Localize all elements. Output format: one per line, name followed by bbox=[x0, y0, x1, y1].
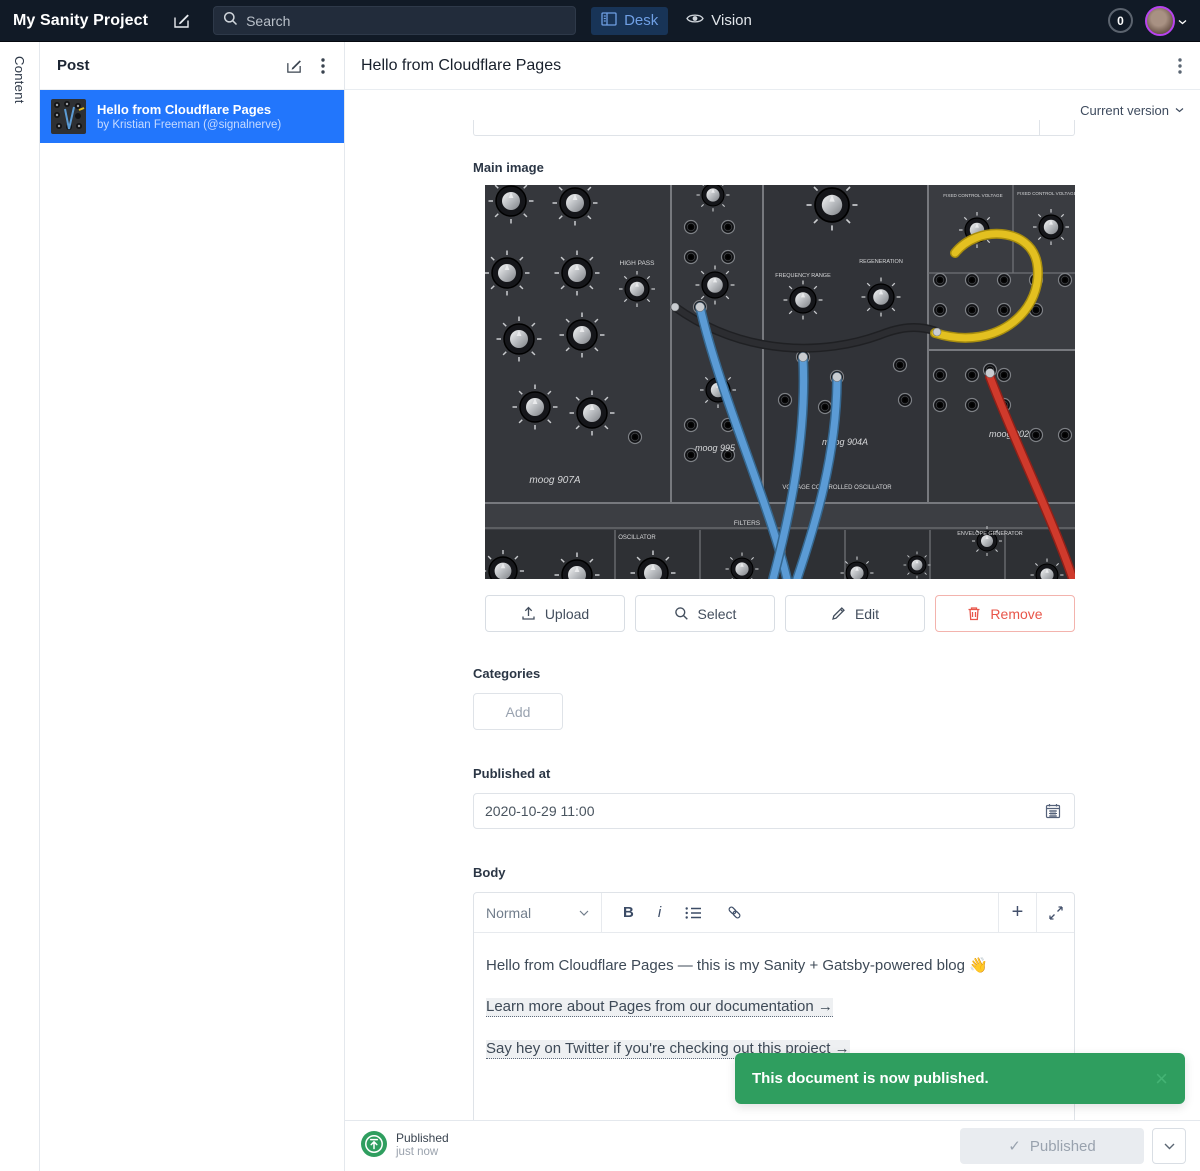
document-form: Current version Main image bbox=[345, 90, 1200, 1120]
remove-button[interactable]: Remove bbox=[935, 595, 1075, 632]
post-thumbnail bbox=[51, 99, 86, 134]
svg-text:ENVELOPE GENERATOR: ENVELOPE GENERATOR bbox=[957, 531, 1023, 537]
svg-text:HIGH PASS: HIGH PASS bbox=[620, 260, 656, 267]
bullet-list-icon[interactable] bbox=[685, 906, 702, 920]
user-menu[interactable] bbox=[1145, 6, 1187, 36]
image-actions: Upload Select Edit bbox=[485, 595, 1075, 632]
svg-text:moog 995: moog 995 bbox=[695, 443, 736, 453]
chevron-down-icon bbox=[1178, 12, 1187, 30]
toast-message: This document is now published. bbox=[752, 1070, 1155, 1087]
select-button[interactable]: Select bbox=[635, 595, 775, 632]
compose-icon[interactable] bbox=[170, 9, 193, 32]
status-title: Published bbox=[396, 1132, 449, 1146]
title-field-cropped[interactable] bbox=[473, 120, 1075, 136]
body-paragraph[interactable]: Hello from Cloudflare Pages — this is my… bbox=[486, 956, 1062, 976]
field-label-main-image: Main image bbox=[473, 160, 1075, 175]
svg-text:FILTERS: FILTERS bbox=[734, 520, 761, 527]
field-label-published-at: Published at bbox=[473, 766, 1075, 781]
search-bar[interactable] bbox=[213, 6, 576, 35]
version-selector[interactable]: Current version bbox=[345, 90, 1200, 116]
calendar-icon[interactable] bbox=[1043, 801, 1063, 821]
check-icon: ✓ bbox=[1008, 1137, 1021, 1155]
svg-text:OSCILLATOR: OSCILLATOR bbox=[618, 535, 656, 541]
post-panel-header: Post bbox=[40, 42, 344, 90]
document-kebab-icon[interactable] bbox=[1176, 56, 1184, 76]
desk-icon bbox=[601, 12, 617, 30]
new-document-icon[interactable] bbox=[283, 55, 305, 77]
post-list-panel: Post bbox=[40, 42, 345, 1171]
svg-text:REGENERATION: REGENERATION bbox=[859, 259, 903, 265]
italic-icon[interactable]: i bbox=[658, 904, 661, 921]
sanity-studio: My Sanity Project Desk bbox=[0, 0, 1200, 1171]
toast-notification: This document is now published. × bbox=[735, 1053, 1185, 1104]
post-item-title: Hello from Cloudflare Pages bbox=[97, 102, 281, 117]
document-title: Hello from Cloudflare Pages bbox=[361, 57, 561, 75]
block-style-select[interactable]: Normal bbox=[474, 893, 602, 932]
publish-button[interactable]: ✓ Published bbox=[960, 1128, 1144, 1164]
link-icon[interactable] bbox=[726, 904, 743, 921]
top-navbar: My Sanity Project Desk bbox=[0, 0, 1200, 42]
search-input[interactable] bbox=[246, 13, 566, 29]
add-category-button[interactable]: Add bbox=[473, 693, 563, 730]
svg-text:moog 907A: moog 907A bbox=[529, 475, 580, 486]
upload-button[interactable]: Upload bbox=[485, 595, 625, 632]
field-label-categories: Categories bbox=[473, 666, 1075, 681]
panel-title: Post bbox=[57, 57, 90, 74]
avatar bbox=[1145, 6, 1175, 36]
document-header: Hello from Cloudflare Pages bbox=[345, 42, 1200, 90]
publish-menu-button[interactable] bbox=[1152, 1128, 1186, 1164]
post-item-subtitle: by Kristian Freeman (@signalnerve) bbox=[97, 119, 281, 131]
main-image[interactable]: HIGH PASS FREQUENCY RANGE REGENERATION F… bbox=[485, 185, 1075, 579]
close-icon[interactable]: × bbox=[1155, 1068, 1168, 1090]
svg-text:FREQUENCY RANGE: FREQUENCY RANGE bbox=[775, 273, 831, 279]
edit-button[interactable]: Edit bbox=[785, 595, 925, 632]
body-link-documentation[interactable]: Learn more about Pages from our document… bbox=[486, 998, 833, 1017]
kebab-menu-icon[interactable] bbox=[319, 56, 327, 76]
published-at-input[interactable] bbox=[485, 803, 1043, 819]
publish-status: Published just now bbox=[361, 1131, 449, 1162]
main-area: Content Post bbox=[0, 42, 1200, 1171]
bold-icon[interactable]: B bbox=[623, 904, 634, 921]
svg-text:VOLTAGE CONTROLLED OSCILLATOR: VOLTAGE CONTROLLED OSCILLATOR bbox=[782, 485, 892, 491]
document-panel: Hello from Cloudflare Pages Current vers… bbox=[345, 42, 1200, 1171]
sidebar-label: Content bbox=[12, 56, 27, 1171]
published-icon bbox=[361, 1131, 387, 1162]
eye-icon bbox=[686, 12, 704, 29]
svg-text:FIXED CONTROL VOLTAGE: FIXED CONTROL VOLTAGE bbox=[943, 193, 1002, 198]
project-title: My Sanity Project bbox=[13, 12, 148, 30]
search-icon bbox=[223, 11, 238, 31]
tab-desk[interactable]: Desk bbox=[591, 7, 668, 35]
sidebar-content-strip[interactable]: Content bbox=[0, 42, 40, 1171]
published-at-field bbox=[473, 793, 1075, 829]
list-item-post[interactable]: Hello from Cloudflare Pages by Kristian … bbox=[40, 90, 344, 143]
tasks-count-badge[interactable]: 0 bbox=[1108, 8, 1133, 33]
status-time: just now bbox=[396, 1146, 449, 1159]
field-label-body: Body bbox=[473, 865, 1075, 880]
expand-editor-button[interactable] bbox=[1036, 893, 1074, 932]
document-footer: Published just now ✓ Published bbox=[345, 1120, 1200, 1171]
insert-block-button[interactable]: + bbox=[998, 893, 1036, 932]
editor-toolbar: Normal B i bbox=[474, 893, 1074, 933]
svg-text:FIXED CONTROL VOLTAGE: FIXED CONTROL VOLTAGE bbox=[1017, 191, 1075, 196]
tab-vision[interactable]: Vision bbox=[676, 7, 762, 34]
body-content[interactable]: Hello from Cloudflare Pages — this is my… bbox=[474, 933, 1074, 1059]
